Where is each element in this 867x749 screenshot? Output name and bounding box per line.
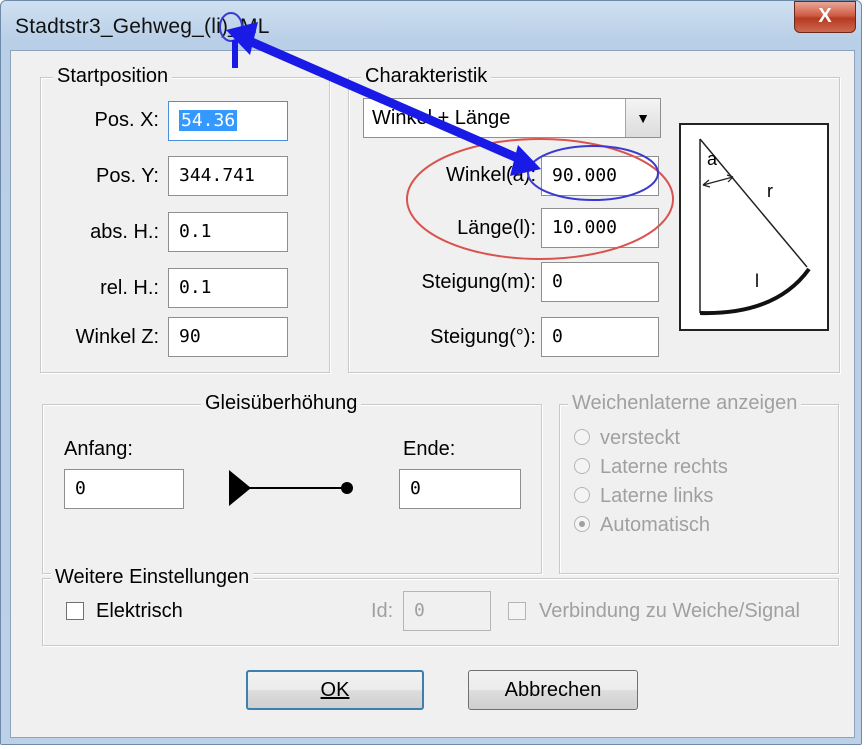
- annotation-overlay: [219, 12, 674, 260]
- annotation-blue-ellipse: [527, 145, 659, 201]
- annotation-arrowhead-top-left: [226, 22, 258, 55]
- annotation-arrow-line: [245, 35, 524, 165]
